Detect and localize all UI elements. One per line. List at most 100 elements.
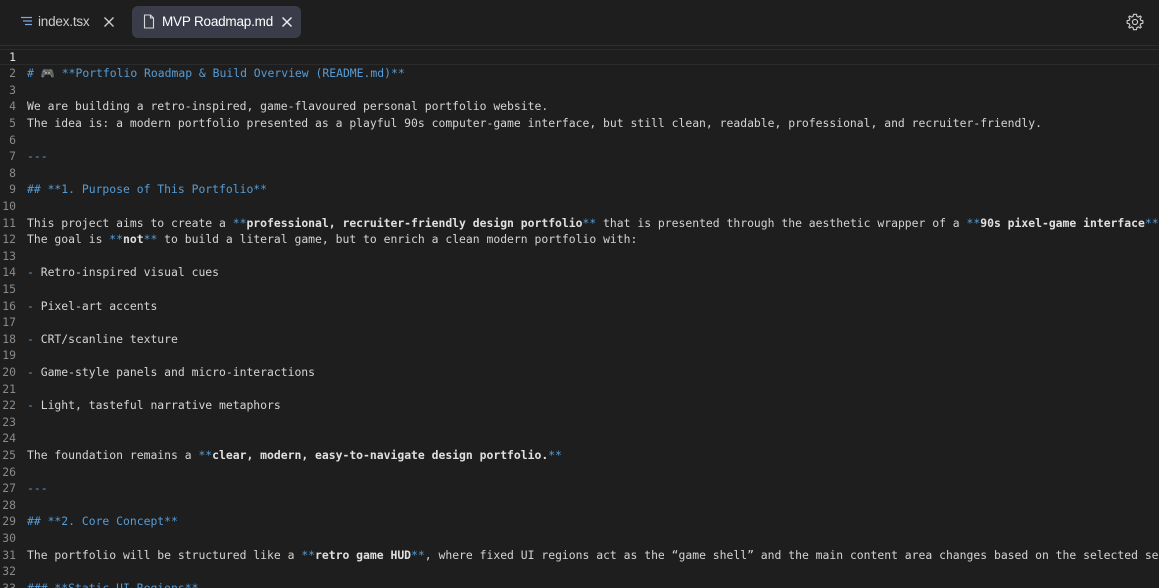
code-token: Game-style panels and micro-interactions — [33, 364, 316, 379]
code-token: ** — [411, 547, 425, 562]
line-content: - Game-style panels and micro-interactio… — [27, 364, 315, 381]
close-icon[interactable] — [280, 15, 294, 29]
code-line[interactable]: 29 ## **2. Core Concept** — [0, 513, 1159, 530]
code-token: The idea is: a modern portfolio presente… — [27, 115, 1042, 130]
code-editor[interactable]: 1 2 # 🎮 **Portfolio Roadmap & Build Overvi… — [0, 47, 1159, 588]
code-token: Light, tasteful narrative metaphors — [33, 398, 281, 413]
code-token: ** — [301, 547, 316, 562]
line-content: ## **1. Purpose of This Portfolio** — [27, 181, 267, 198]
code-line[interactable]: 5 The idea is: a modern portfolio present… — [0, 115, 1159, 132]
code-line[interactable]: 32 — [0, 563, 1159, 580]
line-number: 11 — [2, 215, 16, 230]
code-token: ** — [1144, 215, 1159, 230]
close-icon[interactable] — [102, 15, 116, 29]
line-number: 14 — [2, 265, 16, 280]
line-content: - Pixel-art accents — [27, 298, 157, 315]
code-token: ## **1. Purpose of This Portfolio** — [27, 182, 268, 197]
line-number: 31 — [2, 547, 16, 562]
line-number: 1 — [9, 49, 16, 64]
code-token: ## **2. Core Concept** — [27, 514, 178, 529]
code-line[interactable]: 9 ## **1. Purpose of This Portfolio** — [0, 181, 1159, 198]
code-token: - — [27, 364, 34, 379]
code-line[interactable]: 27 --- — [0, 480, 1159, 497]
code-token: --- — [27, 149, 48, 164]
code-line[interactable]: 4 We are building a retro-inspired, game-… — [0, 98, 1159, 115]
code-token: Pixel-art accents — [33, 298, 158, 313]
code-line[interactable]: 6 — [0, 132, 1159, 149]
code-token: The portfolio will be structured like a — [27, 547, 302, 562]
code-line[interactable]: 23 — [0, 414, 1159, 431]
code-token: CRT/scanline texture — [33, 331, 178, 346]
line-number: 7 — [9, 149, 16, 164]
line-content: - Retro-inspired visual cues — [27, 264, 219, 281]
code-line[interactable]: 8 — [0, 165, 1159, 182]
code-token: ** — [109, 232, 124, 247]
line-number: 3 — [9, 82, 16, 97]
code-line[interactable]: 14 - Retro-inspired visual cues — [0, 264, 1159, 281]
code-token: --- — [27, 481, 48, 496]
tab-index-tsx[interactable]: index.tsx — [12, 6, 130, 38]
line-number: 2 — [9, 66, 16, 81]
tab-label: MVP Roadmap.md — [162, 14, 274, 29]
code-line[interactable]: 28 — [0, 497, 1159, 514]
code-token: ** — [143, 232, 158, 247]
line-number: 25 — [2, 447, 16, 462]
gear-icon[interactable] — [1126, 13, 1144, 31]
line-number: 13 — [2, 248, 16, 263]
code-line[interactable]: 18- CRT/scanline texture — [0, 331, 1159, 348]
line-number: 21 — [2, 381, 16, 396]
code-line[interactable]: 16- Pixel-art accents — [0, 298, 1159, 315]
code-line[interactable]: 21 — [0, 381, 1159, 398]
line-content: The goal is **not** to build a literal g… — [27, 231, 637, 248]
line-number: 8 — [9, 165, 16, 180]
code-line[interactable]: 33 ### **Static UI Regions** — [0, 580, 1159, 588]
code-token: - — [27, 331, 34, 346]
line-number: 28 — [2, 497, 16, 512]
code-line[interactable]: 22- Light, tasteful narrative metaphors — [0, 397, 1159, 414]
code-line[interactable]: 30 — [0, 530, 1159, 547]
code-line[interactable]: 24 — [0, 430, 1159, 447]
code-line[interactable]: 26 — [0, 464, 1159, 481]
code-line[interactable]: 7 --- — [0, 148, 1159, 165]
code-token: # — [27, 66, 41, 81]
code-token: - — [27, 265, 34, 280]
code-token: , where fixed UI regions act as the “gam… — [424, 547, 1159, 562]
line-number: 24 — [2, 431, 16, 446]
line-content: The foundation remains a **clear, modern… — [27, 447, 562, 464]
code-token: ** — [390, 66, 405, 81]
code-line[interactable]: 3 — [0, 82, 1159, 99]
tab-mvp-roadmap-md[interactable]: MVP Roadmap.md — [132, 6, 301, 38]
code-token: to build a literal game, but to enrich a… — [157, 232, 638, 247]
code-line[interactable]: 17 — [0, 314, 1159, 331]
line-content: We are building a retro-inspired, game-f… — [27, 98, 548, 115]
line-number: 22 — [2, 398, 16, 413]
code-line[interactable]: 15 — [0, 281, 1159, 298]
line-number: 18 — [2, 331, 16, 346]
line-number: 30 — [2, 530, 16, 545]
code-line[interactable]: 11 This project aims to create a **profes… — [0, 215, 1159, 232]
code-token: ** — [198, 447, 213, 462]
line-number: 27 — [2, 481, 16, 496]
code-line[interactable]: 31 The portfolio will be structured like … — [0, 547, 1159, 564]
code-line[interactable]: 13 — [0, 248, 1159, 265]
code-line[interactable]: 2 # 🎮 **Portfolio Roadmap & Build Overvie… — [0, 65, 1159, 82]
code-token: 90s pixel-game interface — [980, 215, 1145, 230]
code-line[interactable]: 19 — [0, 347, 1159, 364]
code-token: - — [27, 298, 34, 313]
code-token: README.md — [322, 66, 385, 81]
line-content: The idea is: a modern portfolio presente… — [27, 115, 1042, 132]
code-token: 🎮 — [40, 66, 55, 81]
code-token: ** — [966, 215, 981, 230]
code-line[interactable]: 25 The foundation remains a **clear, mode… — [0, 447, 1159, 464]
line-number: 19 — [2, 348, 16, 363]
code-line[interactable]: 10 — [0, 198, 1159, 215]
code-line[interactable]: 20- Game-style panels and micro-interact… — [0, 364, 1159, 381]
file-icon — [143, 14, 155, 32]
code-line[interactable]: 1 — [0, 49, 1159, 66]
line-number: 23 — [2, 414, 16, 429]
line-number: 26 — [2, 464, 16, 479]
line-content: This project aims to create a **professi… — [27, 215, 1159, 232]
code-line[interactable]: 12 The goal is **not** to build a literal… — [0, 231, 1159, 248]
tab-bar: index.tsx MVP Roadmap.md — [0, 0, 1159, 46]
code-token: ** — [582, 215, 597, 230]
